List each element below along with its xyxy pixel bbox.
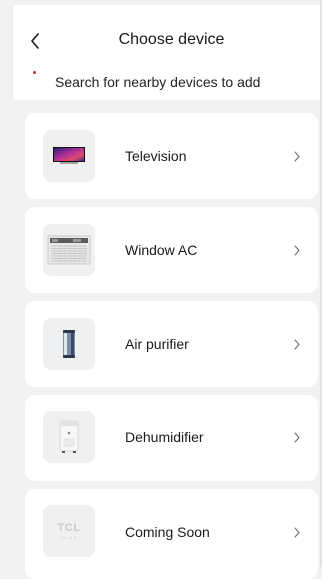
device-label: Television <box>125 148 187 164</box>
device-label: Air purifier <box>125 336 189 352</box>
device-label: Dehumidifier <box>125 429 204 445</box>
tcl-logo-sub: HOME <box>59 534 78 540</box>
page-title: Choose device <box>118 31 225 48</box>
tcl-home-logo-icon: TCL HOME <box>57 521 81 540</box>
television-icon <box>53 147 85 164</box>
page-header: Choose device Search for nearby devices … <box>13 5 320 100</box>
device-card-coming-soon[interactable]: TCL HOME Coming Soon <box>25 489 318 579</box>
device-thumbnail <box>43 411 95 463</box>
device-thumbnail <box>43 224 95 276</box>
device-label: Window AC <box>125 242 198 258</box>
chevron-right-icon <box>292 149 302 163</box>
chevron-right-icon <box>292 430 302 444</box>
device-card-air-purifier[interactable]: Air purifier <box>25 301 318 387</box>
device-thumbnail <box>43 318 95 370</box>
chevron-right-icon <box>292 243 302 257</box>
chevron-right-icon <box>292 525 302 539</box>
dehumidifier-icon <box>59 420 79 453</box>
device-card-dehumidifier[interactable]: Dehumidifier <box>25 395 318 481</box>
tcl-logo-brand: TCL <box>57 521 81 534</box>
window-ac-icon <box>47 235 91 265</box>
air-purifier-icon <box>63 330 75 358</box>
chevron-right-icon <box>292 337 302 351</box>
device-thumbnail: TCL HOME <box>43 505 95 557</box>
device-thumbnail <box>43 130 95 182</box>
device-card-television[interactable]: Television <box>25 113 318 199</box>
hint-dot <box>33 71 36 74</box>
device-card-window-ac[interactable]: Window AC <box>25 207 318 293</box>
device-label: Coming Soon <box>125 524 210 540</box>
search-hint: Search for nearby devices to add <box>55 74 261 90</box>
